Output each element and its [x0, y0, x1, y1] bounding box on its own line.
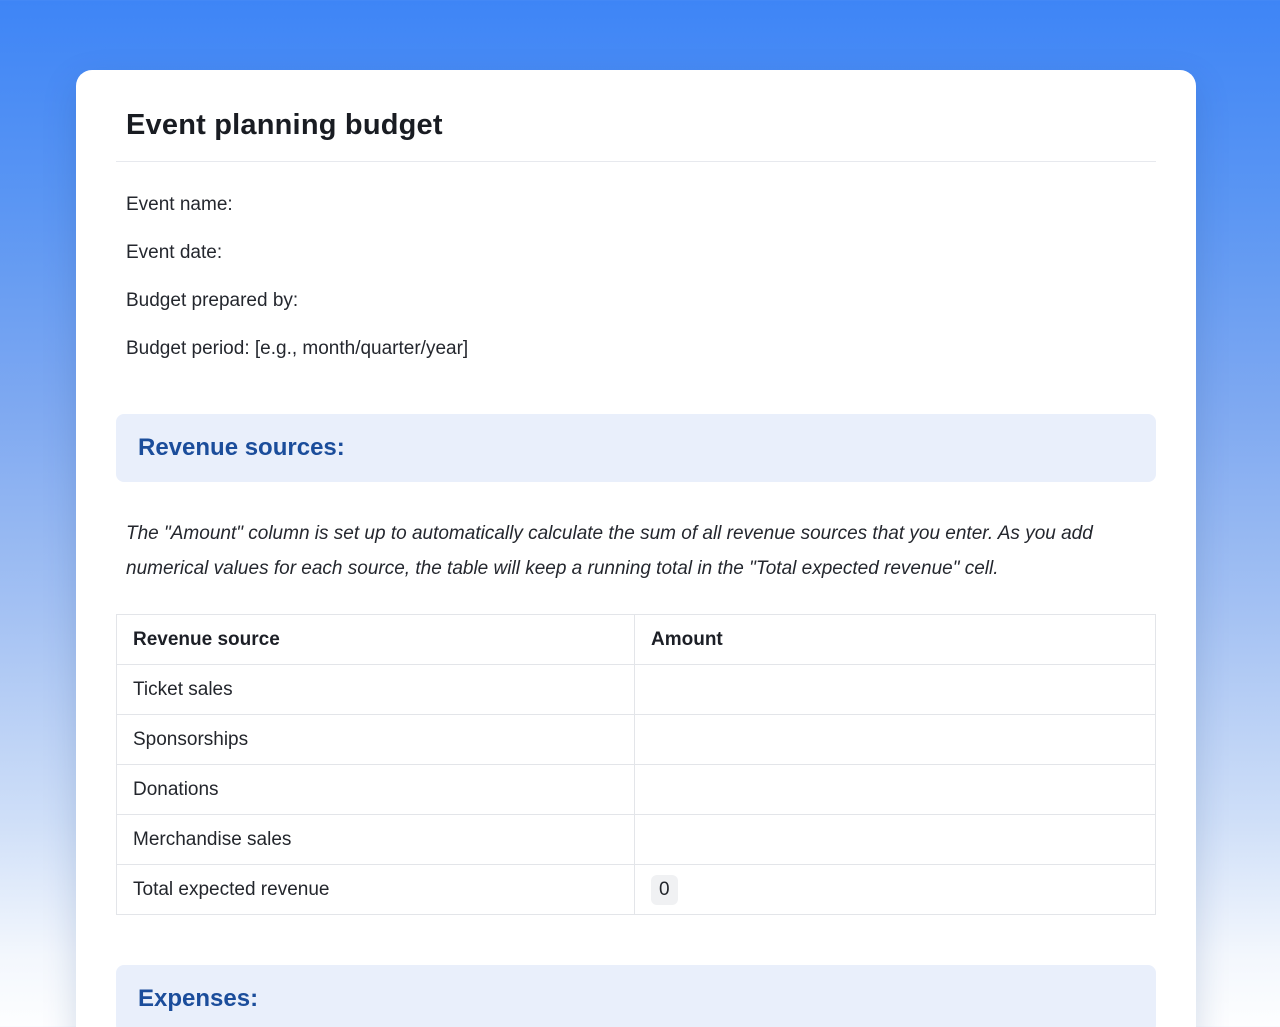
table-row: Sponsorships	[117, 715, 1156, 765]
revenue-sources-heading: Revenue sources:	[138, 434, 1134, 462]
amount-cell[interactable]	[635, 715, 1156, 765]
revenue-description: The "Amount" column is set up to automat…	[126, 516, 1131, 586]
event-date-label: Event date:	[126, 242, 1156, 264]
revenue-source-cell: Donations	[117, 765, 635, 815]
event-name-label: Event name:	[126, 194, 1156, 216]
budget-period-label: Budget period: [e.g., month/quarter/year…	[126, 338, 1156, 360]
revenue-source-cell: Sponsorships	[117, 715, 635, 765]
page-title: Event planning budget	[126, 108, 1156, 142]
table-header-row: Revenue source Amount	[117, 615, 1156, 665]
revenue-source-column-header: Revenue source	[117, 615, 635, 665]
event-info-block: Event name: Event date: Budget prepared …	[126, 194, 1156, 360]
amount-column-header: Amount	[635, 615, 1156, 665]
total-expected-revenue-label: Total expected revenue	[117, 865, 635, 915]
revenue-sources-banner: Revenue sources:	[116, 414, 1156, 482]
table-row: Ticket sales	[117, 665, 1156, 715]
table-row: Donations	[117, 765, 1156, 815]
expenses-heading: Expenses:	[138, 985, 1134, 1013]
table-row: Merchandise sales	[117, 815, 1156, 865]
expenses-banner: Expenses:	[116, 965, 1156, 1027]
total-value-badge: 0	[651, 875, 678, 905]
total-amount-cell: 0	[635, 865, 1156, 915]
document-card: Event planning budget Event name: Event …	[76, 70, 1196, 1027]
revenue-table: Revenue source Amount Ticket sales Spons…	[116, 614, 1156, 915]
table-row-total: Total expected revenue 0	[117, 865, 1156, 915]
revenue-source-cell: Merchandise sales	[117, 815, 635, 865]
amount-cell[interactable]	[635, 765, 1156, 815]
revenue-source-cell: Ticket sales	[117, 665, 635, 715]
amount-cell[interactable]	[635, 815, 1156, 865]
budget-prepared-by-label: Budget prepared by:	[126, 290, 1156, 312]
title-divider	[116, 161, 1156, 162]
amount-cell[interactable]	[635, 665, 1156, 715]
